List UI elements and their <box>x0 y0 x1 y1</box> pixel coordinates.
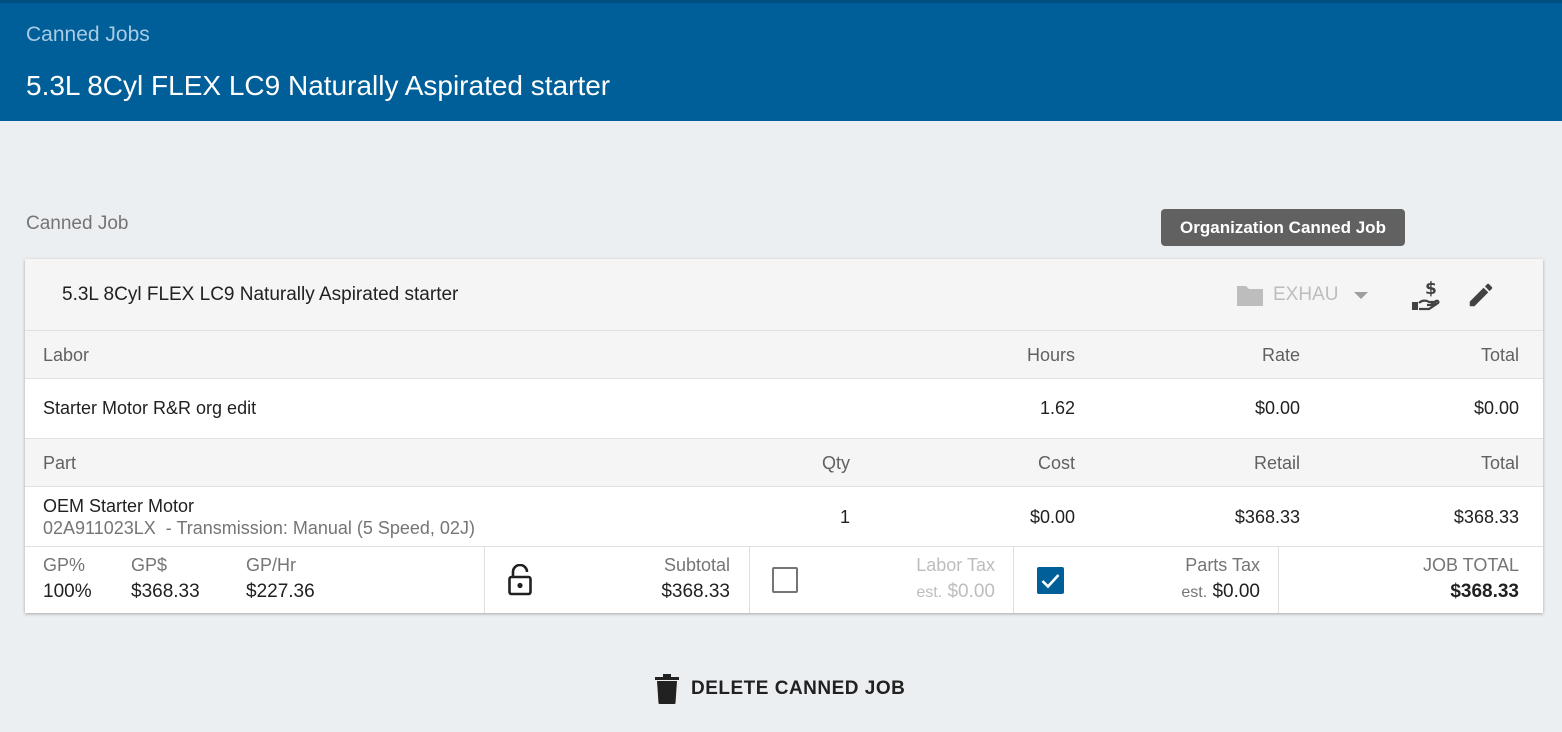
category-dropdown[interactable]: EXHAU <box>1235 280 1369 310</box>
checkmark-icon <box>1041 574 1060 589</box>
card-header: 5.3L 8Cyl FLEX LC9 Naturally Aspirated s… <box>25 259 1543 331</box>
cost-col-header: Cost <box>1037 453 1075 473</box>
lock-toggle[interactable] <box>507 563 533 601</box>
part-number: 02A911023LX <box>43 518 156 538</box>
parts-tax-label: Parts Tax <box>1185 555 1260 575</box>
page-title: 5.3L 8Cyl FLEX LC9 Naturally Aspirated s… <box>26 70 611 101</box>
hours-col-header: Hours <box>1026 345 1075 365</box>
part-cost: $0.00 <box>1029 507 1075 527</box>
gp-pct-label: GP% <box>43 555 86 575</box>
gp-hr-label: GP/Hr <box>246 555 297 575</box>
labor-tax-value-group: est. $0.00 <box>916 581 995 603</box>
labor-rate: $0.00 <box>1254 398 1300 418</box>
caret-down-icon <box>1354 291 1369 299</box>
part-row[interactable]: OEM Starter Motor 02A911023LX - Transmis… <box>25 487 1543 547</box>
pricing-button[interactable]: $ <box>1408 278 1442 317</box>
retail-col-header: Retail <box>1253 453 1300 473</box>
part-description: - Transmission: Manual (5 Speed, 02J) <box>165 518 475 538</box>
labor-tax-section: Labor Tax est. $0.00 <box>750 547 1014 613</box>
subtotal-section: Subtotal $368.33 <box>485 547 750 613</box>
labor-total: $0.00 <box>1473 398 1519 418</box>
part-col-header: Part <box>43 453 77 473</box>
lock-open-icon <box>508 563 532 596</box>
job-total-section: JOB TOTAL $368.33 <box>1279 547 1543 613</box>
pricing-hand-dollar-icon: $ <box>1412 279 1440 311</box>
gross-profit-section: GP% 100% GP$ $368.33 GP/Hr $227.36 <box>25 547 485 613</box>
delete-canned-job-button[interactable]: DELETE CANNED JOB <box>655 674 905 704</box>
rate-col-header: Rate <box>1261 345 1300 365</box>
edit-pencil-icon <box>1469 283 1493 307</box>
parts-tax-value-group: est. $0.00 <box>1181 581 1260 603</box>
gp-dollar-value: $368.33 <box>131 581 200 602</box>
part-total-col-header: Total <box>1480 453 1519 473</box>
svg-text:$: $ <box>1425 279 1437 299</box>
part-retail: $368.33 <box>1234 507 1300 527</box>
canned-job-card: 5.3L 8Cyl FLEX LC9 Naturally Aspirated s… <box>25 259 1543 613</box>
subtotal-label: Subtotal <box>663 555 730 575</box>
labor-col-header: Labor <box>43 345 90 365</box>
gp-dollar-label: GP$ <box>131 555 168 575</box>
job-total-label: JOB TOTAL <box>1422 555 1519 575</box>
qty-col-header: Qty <box>821 453 850 473</box>
parts-tax-value: $0.00 <box>1212 581 1260 602</box>
parts-tax-est: est. <box>1181 584 1208 601</box>
category-value: EXHAU <box>1273 284 1339 305</box>
gp-pct-value: 100% <box>43 581 92 602</box>
organization-tooltip: Organization Canned Job <box>1161 209 1405 246</box>
labor-tax-checkbox[interactable] <box>772 567 798 593</box>
labor-row[interactable]: Starter Motor R&R org edit 1.62 $0.00 $0… <box>25 379 1543 439</box>
edit-button[interactable] <box>1466 280 1496 315</box>
subtotal-value: $368.33 <box>661 581 730 602</box>
delete-label: DELETE CANNED JOB <box>691 678 906 699</box>
parts-tax-section: Parts Tax est. $0.00 <box>1014 547 1279 613</box>
section-label: Canned Job <box>26 213 129 234</box>
parts-tax-checkbox[interactable] <box>1037 567 1064 594</box>
job-name: 5.3L 8Cyl FLEX LC9 Naturally Aspirated s… <box>62 284 459 305</box>
labor-tax-value: $0.00 <box>947 581 995 602</box>
part-name: OEM Starter Motor <box>43 496 195 516</box>
page-header: Canned Jobs 5.3L 8Cyl FLEX LC9 Naturally… <box>0 0 1562 121</box>
job-total-value: $368.33 <box>1450 581 1519 602</box>
parts-header-row: Part Qty Cost Retail Total <box>25 439 1543 487</box>
part-total: $368.33 <box>1453 507 1519 527</box>
trash-icon <box>655 674 679 704</box>
labor-hours: 1.62 <box>1039 398 1075 418</box>
job-summary: GP% 100% GP$ $368.33 GP/Hr $227.36 Subto… <box>25 547 1543 613</box>
breadcrumb[interactable]: Canned Jobs <box>26 23 150 47</box>
labor-tax-label: Labor Tax <box>916 555 995 575</box>
folder-icon <box>1237 286 1263 306</box>
labor-total-col-header: Total <box>1480 345 1519 365</box>
labor-tax-est: est. <box>916 584 943 601</box>
part-qty: 1 <box>839 507 850 527</box>
part-detail: 02A911023LX - Transmission: Manual (5 Sp… <box>43 518 475 539</box>
labor-header-row: Labor Hours Rate Total <box>25 331 1543 379</box>
gp-hr-value: $227.36 <box>246 581 315 602</box>
labor-name: Starter Motor R&R org edit <box>43 398 257 418</box>
